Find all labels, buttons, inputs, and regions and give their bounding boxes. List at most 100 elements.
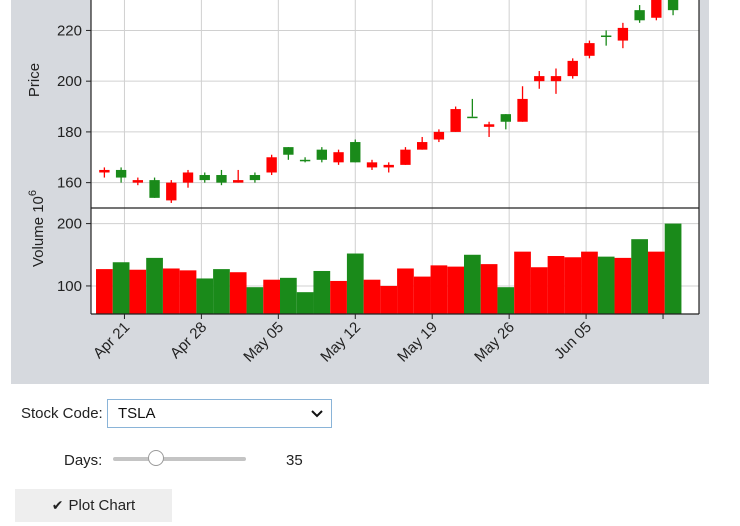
plot-chart-button-label: Plot Chart — [68, 497, 136, 514]
volume-bar — [514, 251, 531, 314]
volume-bar — [229, 272, 247, 314]
stock-chart: 160 180 200 220 100 200 Apr 21 Apr 28 May 05 May … — [26, 0, 700, 366]
candle-body — [299, 159, 311, 162]
volume-bar — [380, 285, 398, 314]
candle-body — [383, 164, 394, 168]
price-ytick-label: 220 — [57, 22, 82, 39]
candle-body — [333, 152, 344, 163]
stock-code-value: TSLA — [118, 405, 156, 422]
volume-bar — [363, 279, 381, 314]
price-ytick-label: 160 — [57, 175, 82, 192]
volume-bar — [296, 292, 314, 314]
volume-bar — [129, 269, 147, 314]
candle-body — [115, 169, 127, 178]
candle-body — [416, 142, 428, 150]
days-value: 35 — [286, 452, 303, 469]
volume-bar — [280, 277, 297, 314]
volume-bar — [631, 239, 648, 314]
xtick-label: Jun 05 — [551, 319, 595, 363]
volume-bar — [313, 270, 331, 314]
candle-body — [483, 124, 495, 127]
xtick-label: Apr 28 — [167, 319, 210, 362]
chevron-down-icon — [311, 400, 323, 436]
volume-bar — [480, 264, 498, 314]
volume-bar — [196, 278, 214, 314]
candle-body — [132, 180, 144, 183]
candle-body — [149, 180, 160, 198]
volume-bar — [597, 256, 615, 314]
volume-bar — [581, 251, 598, 314]
volume-bar — [213, 269, 230, 314]
price-axis-label: Price — [26, 63, 43, 97]
price-ytick-label: 180 — [57, 124, 82, 141]
price-axes-background — [91, 0, 699, 208]
candle-body — [450, 109, 461, 132]
candle-body — [634, 10, 645, 21]
volume-bar — [530, 267, 548, 314]
xtick-label: May 12 — [317, 319, 364, 366]
candle-body — [600, 35, 612, 38]
days-slider[interactable] — [113, 449, 246, 469]
candle-body — [651, 0, 662, 18]
volume-bar — [430, 265, 448, 314]
days-label: Days: — [64, 452, 103, 469]
volume-bar — [647, 251, 665, 314]
slider-thumb[interactable] — [148, 450, 165, 466]
xtick-label: Apr 21 — [90, 319, 133, 362]
candle-body — [249, 175, 261, 181]
xtick-label: May 19 — [394, 319, 441, 366]
candle-body — [667, 0, 679, 11]
plot-chart-button[interactable]: ✔ Plot Chart — [15, 489, 172, 522]
volume-bar — [413, 276, 431, 314]
candle-body — [584, 43, 595, 56]
volume-bar — [112, 262, 130, 314]
volume-bar — [664, 223, 682, 314]
chart-panel: 160 180 200 220 100 200 Apr 21 Apr 28 May 05 May … — [11, 0, 709, 384]
volume-bar — [447, 266, 464, 314]
candle-body — [99, 169, 110, 173]
volume-bar — [463, 254, 481, 314]
volume-bar — [246, 287, 264, 314]
slider-track — [113, 457, 246, 461]
volume-bar — [263, 279, 281, 314]
volume-axis-exponent: 6 — [27, 190, 39, 196]
price-ytick-label: 200 — [57, 73, 82, 90]
candle-body — [266, 157, 277, 173]
stock-code-select[interactable]: TSLA — [107, 399, 332, 428]
volume-bar — [564, 257, 582, 314]
candle-body — [617, 27, 629, 41]
candle-body — [283, 147, 294, 155]
stock-code-label: Stock Code: — [21, 405, 103, 422]
volume-axis-label: Volume 106 — [27, 190, 47, 267]
candle-body — [550, 76, 562, 82]
volume-bar — [179, 270, 197, 314]
volume-bar — [330, 280, 347, 314]
candle-body — [467, 116, 478, 119]
candle-body — [366, 162, 378, 168]
volume-bar — [146, 257, 163, 314]
candle-body — [233, 180, 244, 183]
candle-body — [433, 131, 445, 140]
volume-bar — [614, 257, 632, 314]
candle-body — [517, 98, 528, 122]
volume-ytick-label: 200 — [57, 216, 82, 233]
candle-body — [400, 149, 411, 165]
candle-body — [567, 60, 578, 77]
volume-bar — [547, 256, 565, 314]
volume-bar — [497, 287, 515, 314]
candle-body — [500, 114, 511, 122]
volume-bar — [346, 253, 364, 314]
volume-ytick-label: 100 — [57, 278, 82, 295]
check-icon: ✔ — [51, 497, 64, 513]
xtick-label: May 26 — [471, 319, 518, 366]
xtick-label: May 05 — [240, 319, 287, 366]
candle-body — [350, 142, 361, 163]
volume-bar — [96, 269, 113, 314]
candle-body — [316, 149, 328, 160]
volume-bar — [397, 268, 414, 314]
candle-body — [199, 175, 210, 181]
candle-body — [182, 172, 194, 183]
candle-body — [216, 175, 227, 183]
volume-bar — [162, 268, 180, 314]
candle-body — [534, 76, 545, 82]
